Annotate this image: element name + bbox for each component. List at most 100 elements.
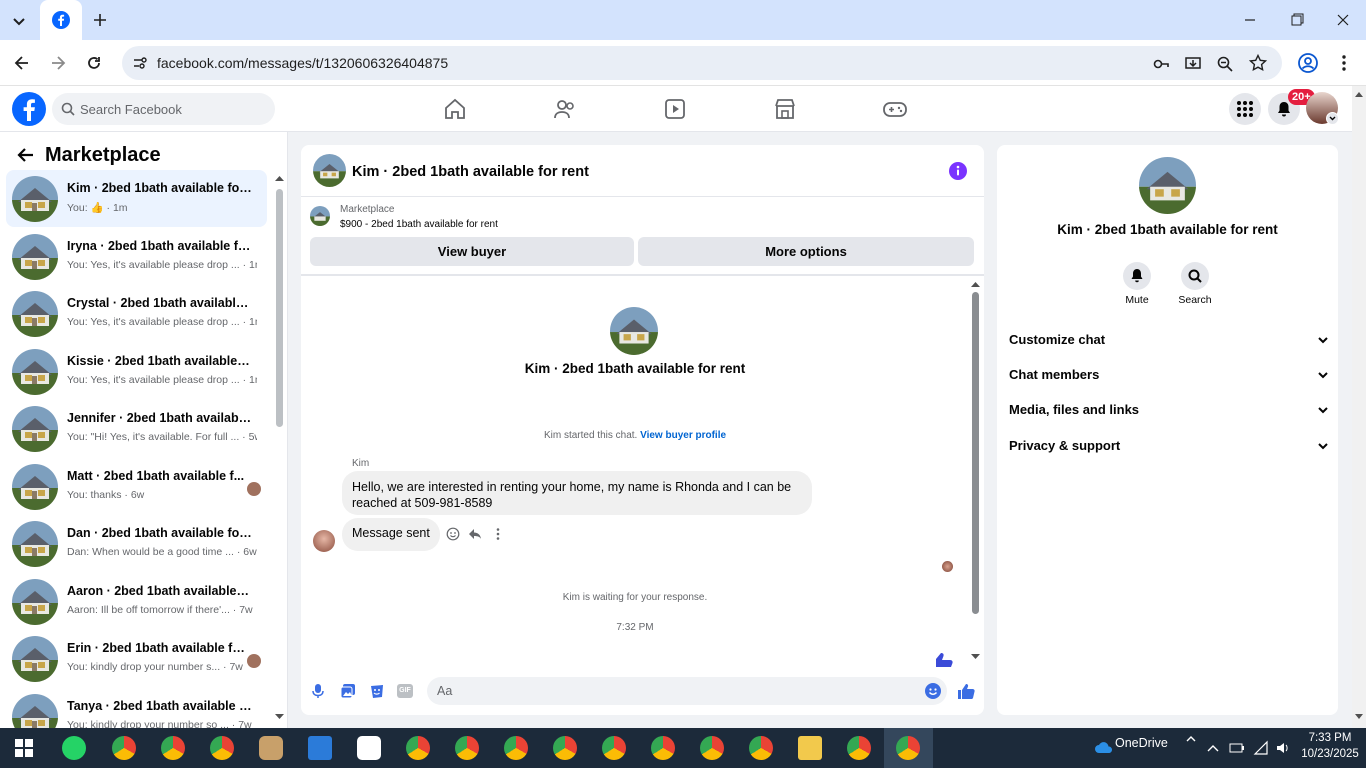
emoji-icon[interactable] (925, 683, 941, 699)
whatsapp-icon[interactable] (62, 736, 86, 760)
reload-icon (88, 57, 100, 69)
facebook-logo[interactable] (12, 92, 46, 126)
chrome-icon[interactable] (847, 736, 871, 760)
view-buyer-button[interactable]: View buyer (310, 237, 634, 266)
conversation-item[interactable]: Erin · 2bed 1bath available for... You: k… (6, 630, 267, 687)
conversation-item[interactable]: Crystal · 2bed 1bath available fo... You:… (6, 285, 267, 342)
chrome-icon[interactable] (210, 736, 234, 760)
reload-button[interactable] (84, 53, 104, 73)
chrome-icon[interactable] (455, 736, 479, 760)
incoming-message[interactable]: Hello, we are interested in renting your… (342, 471, 812, 515)
back-to-marketplace-button[interactable] (16, 146, 36, 164)
chat-scrollbar[interactable] (971, 278, 980, 664)
minimize-button[interactable] (1240, 10, 1260, 30)
volume-icon[interactable] (1275, 740, 1291, 756)
conversation-info-button[interactable] (949, 162, 967, 180)
tab-search-button[interactable] (8, 10, 30, 32)
file-explorer-icon[interactable] (798, 736, 822, 760)
chrome-icon[interactable] (651, 736, 675, 760)
microphone-icon[interactable] (311, 683, 325, 699)
conversation-preview: Aaron: Ill be off tomorrow if there'... … (67, 603, 253, 616)
forward-button[interactable] (48, 53, 68, 73)
media-files-links-section[interactable]: Media, files and links (1009, 402, 1329, 417)
listing-thumbnail[interactable] (310, 206, 330, 226)
chat-title[interactable]: Kim · 2bed 1bath available for rent (352, 164, 589, 180)
more-options-button[interactable]: More options (638, 237, 974, 266)
sidebar-scrollbar[interactable] (275, 172, 284, 728)
password-key-icon[interactable] (1152, 55, 1170, 73)
search-conversation-button[interactable] (1181, 262, 1209, 290)
nav-gaming[interactable] (882, 98, 908, 120)
nav-home[interactable] (443, 98, 467, 120)
conversation-item[interactable]: Aaron · 2bed 1bath available for... Aaron… (6, 573, 267, 630)
bookmark-star-icon[interactable] (1249, 54, 1267, 72)
page-scrollbar[interactable] (1352, 86, 1366, 728)
account-menu-chevron[interactable] (1326, 112, 1339, 125)
profile-button[interactable] (1297, 52, 1319, 74)
photo-attach-icon[interactable] (340, 683, 356, 699)
browser-menu-button[interactable] (1334, 52, 1354, 74)
conversation-item[interactable]: Matt · 2bed 1bath available f... You: tha… (6, 458, 267, 515)
menu-button[interactable] (1229, 93, 1261, 125)
conversation-item[interactable]: Tanya · 2bed 1bath available for... You: … (6, 688, 267, 728)
address-bar[interactable]: facebook.com/messages/t/1320606326404875 (122, 46, 1282, 80)
nav-marketplace[interactable] (773, 98, 797, 120)
zoom-icon[interactable] (1216, 55, 1234, 73)
chrome-icon[interactable] (700, 736, 724, 760)
onedrive-label[interactable]: OneDrive (1115, 736, 1168, 750)
gif-icon[interactable]: GIF (397, 684, 413, 698)
thumbs-up-icon[interactable] (957, 682, 975, 700)
chrome-icon[interactable] (406, 736, 430, 760)
conversation-item[interactable]: Kim · 2bed 1bath available for r... You: … (6, 170, 267, 227)
chevron-up-icon[interactable] (1185, 734, 1197, 744)
chat-avatar[interactable] (313, 154, 346, 187)
chrome-icon[interactable] (112, 736, 136, 760)
onedrive-cloud-icon[interactable] (1095, 741, 1113, 753)
paint-app-icon[interactable] (308, 736, 332, 760)
facebook-search-input[interactable]: Search Facebook (52, 93, 275, 125)
chrome-icon[interactable] (504, 736, 528, 760)
chat-members-section[interactable]: Chat members (1009, 367, 1329, 382)
message-sent-bubble[interactable]: Message sent (342, 518, 440, 551)
react-emoji-icon[interactable] (446, 527, 460, 541)
conversation-item[interactable]: Jennifer · 2bed 1bath available f... You:… (6, 400, 267, 457)
chrome-icon[interactable] (602, 736, 626, 760)
conversation-item[interactable]: Dan · 2bed 1bath available for r... Dan: … (6, 515, 267, 572)
view-buyer-profile-link[interactable]: View buyer profile (640, 430, 726, 441)
conversation-item[interactable]: Iryna · 2bed 1bath available for ... You:… (6, 228, 267, 285)
install-app-icon[interactable] (1184, 55, 1202, 73)
message-input[interactable]: Aa (427, 677, 947, 705)
taskbar-date[interactable]: 10/23/2025 (1298, 748, 1362, 760)
show-hidden-icons-icon[interactable] (1206, 742, 1220, 754)
chrome-icon[interactable] (553, 736, 577, 760)
conversation-item[interactable]: Kissie · 2bed 1bath available for ... You… (6, 343, 267, 400)
back-button[interactable] (12, 53, 32, 73)
listing-title[interactable]: $900 - 2bed 1bath available for rent (340, 219, 498, 230)
seen-avatar (942, 561, 953, 572)
browser-tab-facebook[interactable] (40, 0, 82, 40)
windows-start-icon[interactable] (15, 739, 33, 757)
new-tab-button[interactable] (90, 10, 110, 30)
nav-friends[interactable] (553, 98, 577, 120)
customize-chat-section[interactable]: Customize chat (1009, 332, 1329, 347)
app-icon[interactable] (259, 736, 283, 760)
taskbar-time[interactable]: 7:33 PM (1300, 732, 1360, 744)
nav-video[interactable] (663, 98, 687, 120)
active-taskbar-item[interactable] (884, 728, 933, 768)
more-vertical-icon[interactable] (491, 527, 505, 541)
battery-icon[interactable] (1229, 741, 1245, 755)
chat-scroll-thumb[interactable] (972, 292, 979, 614)
capcut-icon[interactable] (357, 736, 381, 760)
sidebar-scroll-thumb[interactable] (276, 189, 283, 427)
restore-button[interactable] (1287, 10, 1307, 30)
close-window-button[interactable] (1333, 10, 1353, 30)
mute-button[interactable] (1123, 262, 1151, 290)
sender-avatar[interactable] (313, 530, 335, 552)
reply-icon[interactable] (468, 527, 482, 541)
chrome-icon[interactable] (161, 736, 185, 760)
privacy-support-section[interactable]: Privacy & support (1009, 438, 1329, 453)
wifi-icon[interactable] (1253, 740, 1269, 756)
chrome-icon[interactable] (749, 736, 773, 760)
chevron-down-icon (1329, 116, 1336, 121)
sticker-icon[interactable] (369, 683, 385, 699)
